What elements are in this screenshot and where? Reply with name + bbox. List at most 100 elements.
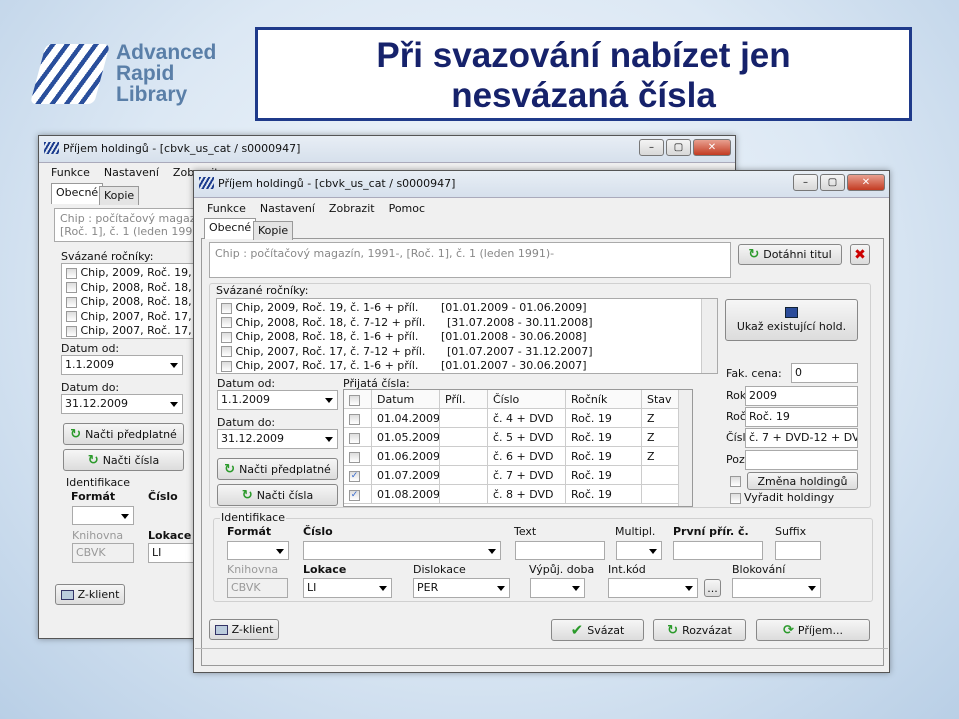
bound-volume-checkbox[interactable] [66,311,77,322]
bound-volume-item[interactable]: Chip, 2009, Roč. 19, č. 1-6 + příl. [01.0… [221,301,713,316]
location-combo[interactable]: LI [303,578,392,598]
bound-volume-item[interactable]: Chip, 2008, Roč. 18, č. 1-6 + příl. [01.0… [221,330,713,345]
row-checkbox-cell[interactable] [344,447,372,465]
bound-volume-checkbox[interactable] [66,282,77,293]
bound-volume-checkbox[interactable] [66,325,77,337]
intcode-browse-button[interactable]: ... [704,579,721,597]
select-all-checkbox[interactable] [349,394,360,406]
first-accession-input[interactable] [673,541,763,560]
date-to-combo[interactable]: 31.12.2009 [217,429,338,449]
record-title-field[interactable]: Chip : počítačový magazín, 1991-, [Roč. … [209,242,731,278]
show-existing-button[interactable]: Ukaž existující hold. [725,299,858,341]
minimize-button[interactable]: – [793,174,818,191]
menu-pomoc[interactable]: Pomoc [389,202,425,215]
load-issues-button[interactable]: ↻ Načti čísla [217,484,338,506]
bound-volume-checkbox[interactable] [66,267,77,279]
bound-volume-checkbox[interactable] [221,317,232,328]
menu-nastaveni[interactable]: Nastavení [260,202,315,215]
suffix-input[interactable] [775,541,821,560]
close-button[interactable]: ✕ [693,139,731,156]
row-checkbox-cell[interactable]: ✓ [344,466,372,484]
table-row[interactable]: ✓ 01.08.2009 č. 8 + DVD Roč. 19 [344,485,692,504]
close-button[interactable]: ✕ [847,174,885,191]
row-checkbox-cell[interactable]: ✓ [344,485,372,503]
column-header[interactable]: Datum [372,390,440,408]
select-all-cell[interactable] [344,390,372,408]
change-holdings-checkbox[interactable] [730,476,741,487]
format-combo[interactable] [72,506,134,525]
change-holdings-button[interactable]: Změna holdingů [747,472,858,490]
table-row[interactable]: 01.06.2009 č. 6 + DVD Roč. 19 Z [344,447,692,466]
bound-volume-checkbox[interactable] [221,331,232,343]
bound-volume-item[interactable]: Chip, 2007, Roč. 17, č. 1-6 + příl. [01.0… [221,359,713,373]
multipl-combo[interactable] [616,541,662,560]
column-header[interactable]: Číslo [488,390,566,408]
row-checkbox[interactable]: ✓ [349,470,360,482]
year-input[interactable]: 2009 [745,386,858,406]
bound-volumes-list[interactable]: Chip, 2009, Roč. 19, č. 1-6 + příl. [01.0… [216,298,718,374]
bound-volume-checkbox[interactable] [66,296,77,308]
load-issues-button[interactable]: ↻ Načti čísla [63,449,184,471]
discard-holdings-checkbox[interactable] [730,493,741,504]
zclient-button[interactable]: Z-klient [209,619,279,640]
number-combo[interactable] [303,541,501,560]
tab-obecne[interactable]: Obecné [51,183,104,204]
text-input[interactable] [515,541,605,560]
tab-kopie[interactable]: Kopie [99,186,140,205]
row-checkbox[interactable] [349,451,360,463]
zclient-button[interactable]: Z-klient [55,584,125,605]
bound-volume-checkbox[interactable] [221,360,232,372]
front-window[interactable]: Příjem holdingů - [cbvk_us_cat / s000094… [193,170,890,673]
row-checkbox[interactable] [349,413,360,425]
bound-volume-checkbox[interactable] [221,302,232,314]
intcode-combo[interactable] [608,578,698,598]
dislocation-combo[interactable]: PER [413,578,510,598]
price-input[interactable]: 0 [791,363,858,383]
receive-button[interactable]: ⟳ Příjem... [756,619,870,641]
bound-volume-item[interactable]: Chip, 2007, Roč. 17, č. 7-12 + příl. [01.… [221,345,713,360]
date-to-combo[interactable]: 31.12.2009 [61,394,183,414]
row-checkbox-cell[interactable] [344,409,372,427]
menu-zobrazit[interactable]: Zobrazit [329,202,375,215]
maximize-button[interactable]: ▢ [820,174,845,191]
date-from-combo[interactable]: 1.1.2009 [61,355,183,375]
unbind-button[interactable]: ↻ Rozvázat [653,619,746,641]
maximize-button[interactable]: ▢ [666,139,691,156]
bound-volume-checkbox[interactable] [221,346,232,357]
row-checkbox[interactable] [349,432,360,444]
red-x-icon: ✖ [854,246,866,263]
received-issues-grid[interactable]: Datum Příl. Číslo Ročník Stav 01.04.2009 č. 4 … [343,389,693,507]
tab-obecne[interactable]: Obecné [204,218,257,239]
load-subscription-button[interactable]: ↻ Načti předplatné [217,458,338,480]
fetch-title-button[interactable]: ↻ Dotáhni titul [738,244,842,265]
loan-period-combo[interactable] [530,578,585,598]
issue-input[interactable]: č. 7 + DVD-12 + DVD [745,428,858,448]
clear-button[interactable]: ✖ [850,244,870,265]
load-subscription-button[interactable]: ↻ Načti předplatné [63,423,184,445]
menu-funkce[interactable]: Funkce [51,166,90,179]
format-combo[interactable] [227,541,289,560]
minimize-button[interactable]: – [639,139,664,156]
table-row[interactable]: 01.04.2009 č. 4 + DVD Roč. 19 Z [344,409,692,428]
bind-button[interactable]: ✔ Svázat [551,619,644,641]
location-combo[interactable]: LI [148,543,198,563]
column-header[interactable]: Stav [642,390,682,408]
volume-input[interactable]: Roč. 19 [745,407,858,427]
dislocation-label: Dislokace [413,563,466,576]
tab-kopie[interactable]: Kopie [253,221,294,240]
menu-funkce[interactable]: Funkce [207,202,246,215]
column-header[interactable]: Příl. [440,390,488,408]
grid-scrollbar[interactable] [678,390,692,506]
menu-nastaveni[interactable]: Nastavení [104,166,159,179]
column-header[interactable]: Ročník [566,390,642,408]
table-row[interactable]: ✓ 01.07.2009 č. 7 + DVD Roč. 19 [344,466,692,485]
cell-date: 01.06.2009 [372,447,440,465]
bound-volume-item[interactable]: Chip, 2008, Roč. 18, č. 7-12 + příl. [31.… [221,316,713,331]
date-from-combo[interactable]: 1.1.2009 [217,390,338,410]
row-checkbox[interactable]: ✓ [349,489,360,501]
table-row[interactable]: 01.05.2009 č. 5 + DVD Roč. 19 Z [344,428,692,447]
row-checkbox-cell[interactable] [344,428,372,446]
note-input[interactable] [745,450,858,470]
bound-volumes-scrollbar[interactable] [701,299,717,373]
blocking-combo[interactable] [732,578,821,598]
